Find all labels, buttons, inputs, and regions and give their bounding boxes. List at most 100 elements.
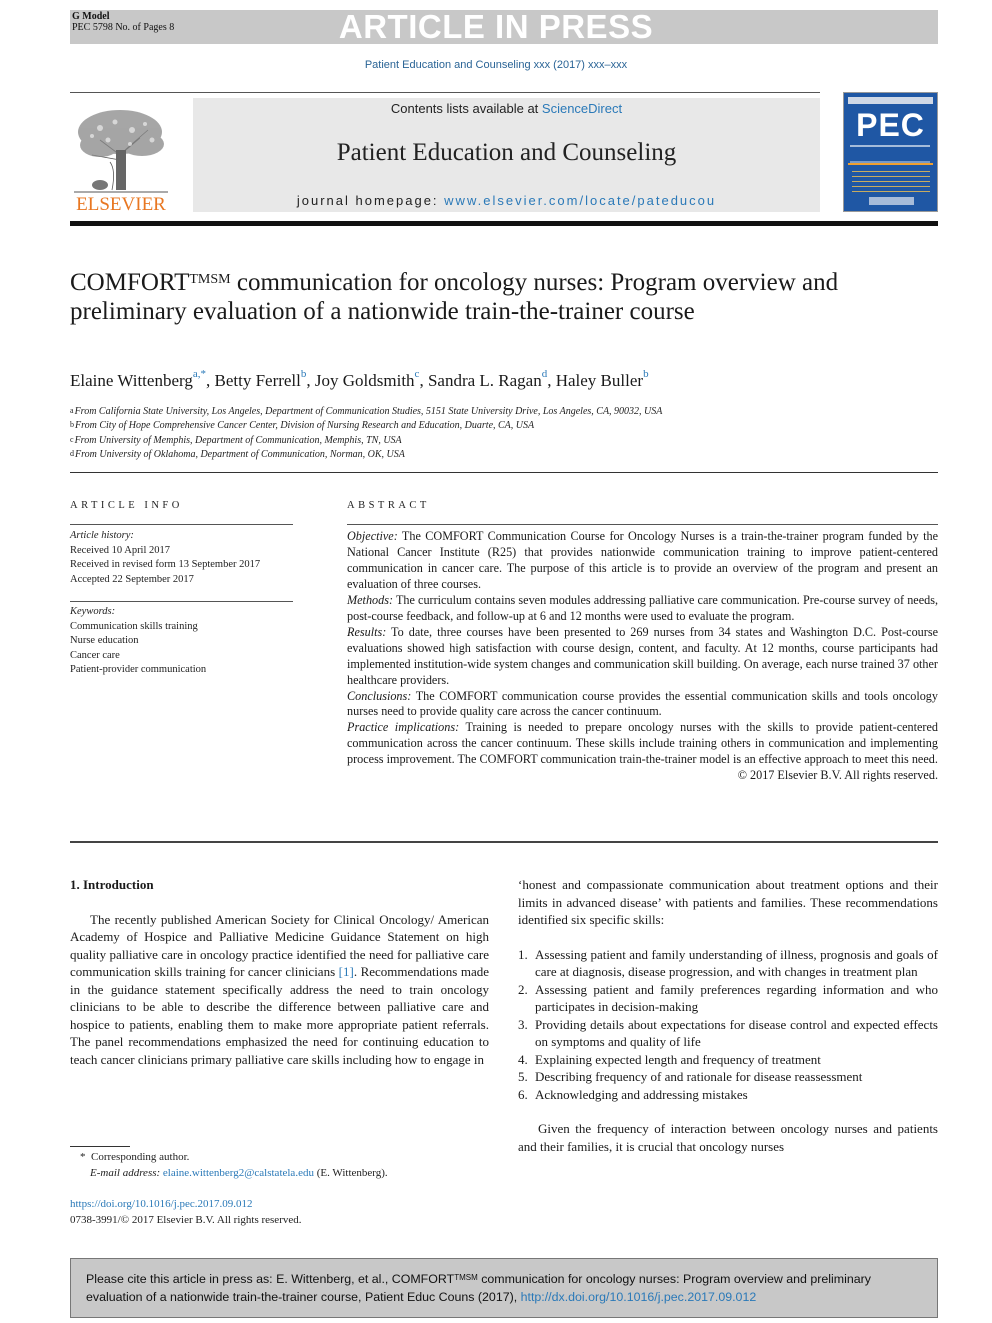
contents-prefix: Contents lists available at [390, 101, 542, 116]
skill-item: 4. Explaining expected length and frequen… [518, 1051, 938, 1069]
abstract-section-text: The COMFORT Communication Course for Onc… [347, 529, 938, 591]
journal-cover-thumbnail[interactable]: PEC [843, 92, 938, 212]
abstract-conclusions: Conclusions: The COMFORT communication c… [347, 689, 938, 721]
title-main: COMFORT [70, 269, 190, 296]
intro-paragraph-2: ‘honest and compassionate communication … [518, 877, 938, 927]
skill-number: 6. [518, 1086, 528, 1102]
journal-title: Patient Education and Counseling [336, 139, 677, 166]
email-link[interactable]: elaine.wittenberg2@calstatela.edu [163, 1167, 314, 1179]
body-column-left: 1. Introduction The recently published A… [70, 876, 489, 1068]
history-item: Accepted 22 September 2017 [70, 573, 194, 585]
keyword-item: Communication skills training [70, 620, 198, 632]
skill-text: Describing frequency of and rationale fo… [535, 1069, 863, 1084]
abstract-objective: Objective: The COMFORT Communication Cou… [347, 529, 938, 593]
affiliation-item: dFrom University of Oklahoma, Department… [70, 448, 930, 462]
skill-item: 6. Acknowledging and addressing mistakes [518, 1086, 938, 1104]
section-heading-introduction: 1. Introduction [70, 877, 154, 892]
cite-doi-link[interactable]: http://dx.doi.org/10.1016/j.pec.2017.09.… [521, 1290, 757, 1304]
abstract-results: Results: To date, three courses have bee… [347, 625, 938, 689]
author-affiliation-mark[interactable]: d [542, 368, 548, 380]
title-trademark: TMSM [189, 272, 231, 287]
intro-paragraph-1: The recently published American Society … [70, 911, 489, 1069]
abstract-section-label: Methods: [347, 592, 394, 607]
abstract-body: Objective: The COMFORT Communication Cou… [347, 529, 938, 784]
corresponding-line: * Corresponding author. [70, 1150, 500, 1166]
affiliation-text: From California State University, Los An… [74, 406, 663, 417]
affiliation-key: b [70, 420, 74, 430]
author-name[interactable]: Sandra L. Ragan [428, 371, 542, 390]
cover-subtitle [850, 145, 930, 163]
cite-trademark: TMSM [454, 1273, 478, 1282]
footnote-star: * [80, 1151, 86, 1163]
abstract-section-label: Practice implications: [347, 720, 460, 735]
skills-list: 1. Assessing patient and family understan… [518, 946, 938, 1104]
email-line: E-mail address: elaine.wittenberg2@calst… [70, 1166, 500, 1182]
paragraph-text: . Recommendations made in the guidance s… [70, 964, 489, 1067]
cover-header-bar [848, 97, 933, 104]
masthead-thick-rule [70, 221, 938, 226]
elsevier-wordmark: ELSEVIER [76, 194, 166, 215]
skill-text: Assessing patient and family preferences… [535, 981, 938, 1015]
keywords: Keywords: Communication skills training … [70, 605, 206, 678]
article-in-press-label: ARTICLE IN PRESS [338, 8, 654, 45]
abstract-methods: Methods: The curriculum contains seven m… [347, 593, 938, 625]
abstract-section-label: Results: [347, 624, 387, 639]
affiliations-divider [70, 472, 938, 473]
abstract-copyright: © 2017 Elsevier B.V. All rights reserved… [737, 768, 938, 783]
issn-copyright: 0738-3991/© 2017 Elsevier B.V. All right… [70, 1213, 302, 1226]
sciencedirect-link[interactable]: ScienceDirect [542, 101, 622, 116]
skill-item: 5. Describing frequency of and rationale … [518, 1068, 938, 1086]
skill-number: 4. [518, 1051, 528, 1067]
abstract-section-label: Objective: [347, 529, 398, 543]
affiliations: aFrom California State University, Los A… [70, 405, 930, 462]
skill-text: Assessing patient and family understandi… [535, 946, 938, 980]
affiliation-key: c [70, 434, 74, 444]
cite-prefix: Please cite this article in press as: E.… [86, 1272, 455, 1286]
skill-text: Explaining expected length and frequency… [535, 1051, 821, 1067]
author-name[interactable]: Haley Buller [556, 371, 643, 390]
journal-reference-link[interactable]: Patient Education and Counseling xxx (20… [0, 59, 992, 71]
skill-text: Acknowledging and addressing mistakes [535, 1086, 748, 1102]
contents-line: Contents lists available at ScienceDirec… [193, 101, 820, 116]
keyword-item: Patient-provider communication [70, 664, 207, 675]
abstract-section-text: To date, three courses have been present… [347, 624, 938, 687]
email-label: E-mail address: [90, 1166, 161, 1179]
abstract-section-label: Conclusions: [347, 688, 412, 703]
journal-homepage-link[interactable]: www.elsevier.com/locate/pateducou [444, 193, 716, 208]
cover-contents [852, 171, 930, 193]
skill-item: 1. Assessing patient and family understan… [518, 946, 938, 981]
author-affiliation-mark[interactable]: c [415, 368, 420, 380]
abstract-section-text: The COMFORT communication course provide… [347, 688, 938, 719]
skill-number: 2. [518, 981, 528, 997]
affiliation-key: a [70, 406, 74, 415]
history-item: Received in revised form 13 September 20… [70, 559, 261, 570]
author-list: Elaine Wittenberga,*, Betty Ferrellb, Jo… [70, 368, 649, 390]
cite-notice-text: Please cite this article in press as: E.… [86, 1271, 926, 1306]
author-affiliation-mark[interactable]: b [301, 368, 307, 380]
author-name[interactable]: Joy Goldsmith [315, 371, 415, 390]
abstract-rule [347, 524, 938, 525]
article-info-heading: ARTICLE INFO [70, 500, 183, 511]
author-name[interactable]: Elaine Wittenberg [70, 371, 193, 390]
author-affiliation-mark[interactable]: a,* [193, 368, 206, 380]
email-suffix: (E. Wittenberg). [313, 1166, 388, 1179]
citation-link[interactable]: [1] [339, 964, 354, 979]
masthead-rule [70, 92, 820, 93]
doi-link[interactable]: https://doi.org/10.1016/j.pec.2017.09.01… [70, 1197, 500, 1213]
affiliation-text: From University of Memphis, Department o… [74, 434, 402, 446]
skill-item: 3. Providing details about expectations f… [518, 1016, 938, 1051]
abstract-section-text: The curriculum contains seven modules ad… [347, 592, 938, 623]
cover-divider [848, 163, 933, 165]
abstract-divider [70, 841, 938, 843]
cover-logos [869, 197, 914, 205]
homepage-prefix: journal homepage: [296, 193, 445, 208]
keywords-rule [70, 601, 293, 602]
article-history: Article history: Received 10 April 2017 … [70, 529, 260, 587]
affiliation-item: cFrom University of Memphis, Department … [70, 434, 930, 448]
author-name[interactable]: Betty Ferrell [214, 371, 300, 390]
doi-block: https://doi.org/10.1016/j.pec.2017.09.01… [70, 1197, 500, 1228]
keyword-item: Nurse education [70, 635, 139, 646]
author-affiliation-mark[interactable]: b [643, 368, 649, 380]
keyword-item: Cancer care [70, 649, 120, 661]
skill-number: 5. [518, 1069, 528, 1084]
